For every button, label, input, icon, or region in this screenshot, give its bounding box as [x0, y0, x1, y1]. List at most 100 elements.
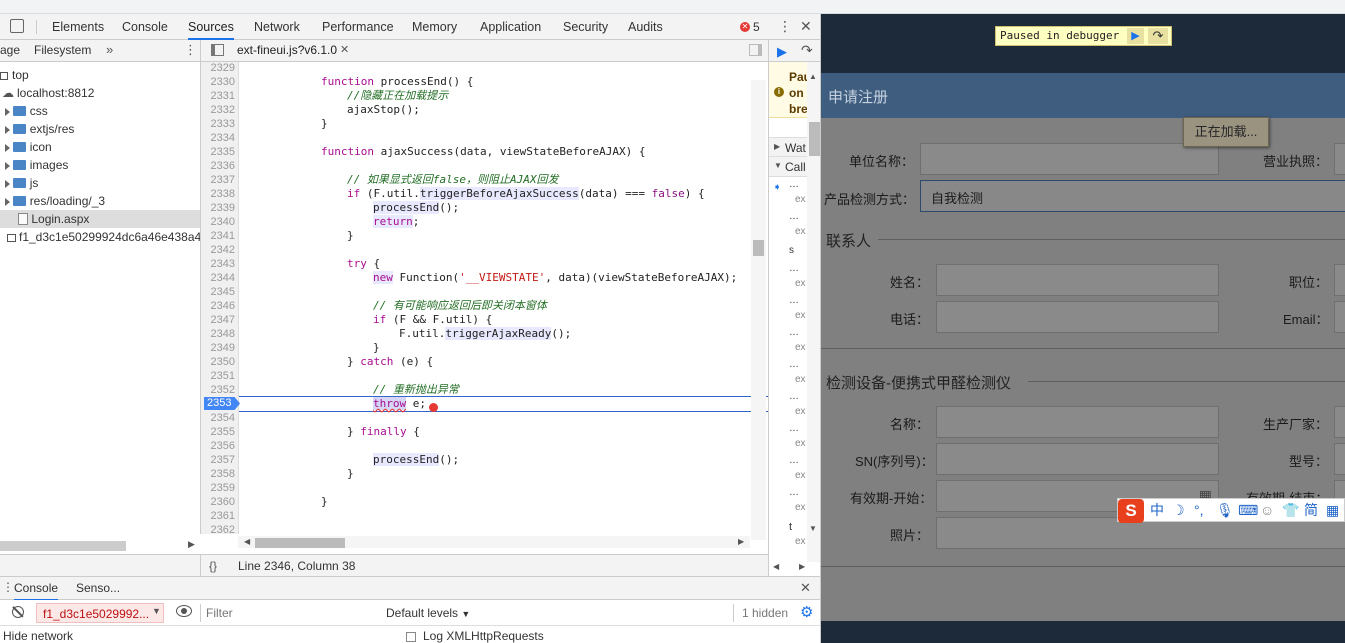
step-over-icon[interactable]: ↷ — [801, 42, 813, 59]
keyboard-icon[interactable]: ⌨ — [1238, 502, 1258, 518]
line-number[interactable]: 2333 — [201, 117, 235, 131]
error-count[interactable]: 5 — [753, 20, 760, 34]
tab-elements[interactable]: Elements — [52, 14, 104, 40]
callstack-frame[interactable]: … — [789, 359, 799, 370]
callstack-frame-source[interactable]: ex — [795, 536, 806, 547]
line-number[interactable]: 2329 — [201, 62, 235, 75]
line-number[interactable]: 2350 — [201, 355, 235, 369]
line-number[interactable]: 2340 — [201, 215, 235, 229]
tree-item-extjs[interactable]: extjs/res — [0, 120, 200, 138]
tree-item-icon[interactable]: icon — [0, 138, 200, 156]
user-icon[interactable]: ☺ — [1260, 502, 1274, 518]
business-license-field[interactable] — [1334, 143, 1345, 175]
callstack-frame[interactable]: … — [789, 327, 799, 338]
tree-item-localhost[interactable]: ☁ localhost:8812 — [0, 84, 200, 102]
navigator-menu-icon[interactable]: ⋮ — [184, 42, 197, 58]
line-number[interactable]: 2344 — [201, 271, 235, 285]
hide-network-option[interactable]: Hide network — [3, 629, 73, 643]
tab-memory[interactable]: Memory — [412, 14, 457, 40]
toggle-debugger-icon[interactable] — [749, 44, 762, 56]
scroll-right-icon[interactable]: ▶ — [188, 539, 195, 550]
step-over-icon[interactable]: ↷ — [1148, 28, 1168, 44]
callstack-frame[interactable]: … — [789, 391, 799, 402]
scroll-down-icon[interactable]: ▼ — [809, 524, 817, 533]
callstack-frame[interactable]: … — [789, 263, 799, 274]
line-number[interactable]: 2336 — [201, 159, 235, 173]
expand-icon[interactable] — [5, 197, 10, 206]
callstack-frame[interactable]: … — [789, 295, 799, 306]
tree-item-top[interactable]: top — [0, 66, 200, 84]
tab-performance[interactable]: Performance — [322, 14, 394, 40]
line-number[interactable]: 2339 — [201, 201, 235, 215]
debugger-vscroll-thumb[interactable] — [809, 122, 820, 156]
sogou-logo-icon[interactable]: S — [1118, 499, 1144, 523]
callstack-frame[interactable]: … — [789, 455, 799, 466]
ime-chinese-mode[interactable]: 中 — [1150, 502, 1164, 518]
line-number[interactable]: 2355 — [201, 425, 235, 439]
console-filter-input[interactable] — [206, 604, 376, 622]
log-levels-dropdown[interactable]: Default levels ▼ — [386, 606, 470, 620]
close-file-tab-icon[interactable]: ✕ — [340, 43, 349, 56]
scroll-right-icon[interactable]: ▶ — [799, 562, 805, 571]
toolbox-grid-icon[interactable]: ▦ — [1326, 502, 1339, 518]
line-number[interactable]: 2358 — [201, 467, 235, 481]
close-devtools-icon[interactable]: ✕ — [800, 18, 812, 35]
ime-simplified[interactable]: 简 — [1304, 502, 1318, 518]
drawer-menu-icon[interactable]: ⋮ — [2, 580, 14, 594]
callstack-frame[interactable]: … — [789, 423, 799, 434]
breakpoint-line-marker[interactable]: 2353 — [204, 397, 240, 410]
callstack-frame[interactable]: … — [789, 179, 799, 190]
editor-vscroll-thumb[interactable] — [753, 240, 764, 256]
navigator-hscroll[interactable] — [0, 541, 126, 551]
callstack-frame[interactable]: t — [789, 521, 792, 533]
name-field[interactable] — [936, 264, 1219, 296]
line-number[interactable]: 2348 — [201, 327, 235, 341]
device-toolbar-icon[interactable] — [10, 19, 24, 33]
line-number[interactable]: 2334 — [201, 131, 235, 145]
punctuation-icon[interactable]: °, — [1194, 502, 1204, 518]
line-number[interactable]: 2341 — [201, 229, 235, 243]
tree-item-login-aspx[interactable]: Login.aspx — [0, 210, 200, 228]
line-number[interactable]: 2346 — [201, 299, 235, 313]
tab-network[interactable]: Network — [254, 14, 300, 40]
editor-file-tab[interactable]: ext-fineui.js?v6.1.0 — [237, 43, 337, 57]
callstack-frame-source[interactable]: ex — [795, 502, 806, 513]
scroll-left-icon[interactable]: ◀ — [244, 537, 250, 546]
error-marker-icon[interactable] — [429, 403, 438, 412]
line-number[interactable]: 2331 — [201, 89, 235, 103]
tab-security[interactable]: Security — [563, 14, 608, 40]
callstack-frame-source[interactable]: ex — [795, 374, 806, 385]
position-field[interactable] — [1334, 264, 1345, 296]
expand-icon[interactable] — [5, 125, 10, 134]
expand-icon[interactable] — [5, 107, 10, 116]
code-editor[interactable]: 2329 2330 2331 2332 2333 2334 2335 2336 … — [200, 62, 768, 534]
unit-name-field[interactable] — [920, 143, 1219, 175]
line-number[interactable]: 2335 — [201, 145, 235, 159]
line-number[interactable]: 2330 — [201, 75, 235, 89]
callstack-frame-source[interactable]: ex — [795, 310, 806, 321]
callstack-frame[interactable]: … — [789, 211, 799, 222]
callstack-frame[interactable]: s — [789, 245, 794, 256]
tree-item-res-loading[interactable]: res/loading/_3 — [0, 192, 200, 210]
resume-icon[interactable]: ▶ — [1127, 28, 1144, 44]
error-icon[interactable]: ✕ — [740, 22, 750, 32]
expand-icon[interactable] — [5, 179, 10, 188]
toggle-navigator-icon[interactable] — [211, 44, 224, 56]
more-options-icon[interactable]: ⋮ — [778, 18, 792, 35]
device-name-field[interactable] — [936, 406, 1219, 438]
callstack-frame[interactable]: … — [789, 487, 799, 498]
editor-hscroll-thumb[interactable] — [255, 538, 345, 548]
skin-shirt-icon[interactable]: 👕 — [1282, 502, 1299, 518]
model-field[interactable] — [1334, 443, 1345, 475]
line-number[interactable]: 2332 — [201, 103, 235, 117]
editor-vscrollbar[interactable] — [751, 80, 766, 540]
callstack-frame-source[interactable]: ex — [795, 278, 806, 289]
callstack-frame-source[interactable]: ex — [795, 342, 806, 353]
drawer-tab-sensors[interactable]: Senso... — [76, 581, 120, 595]
line-number[interactable]: 2359 — [201, 481, 235, 495]
tab-console[interactable]: Console — [122, 14, 168, 40]
tab-filesystem[interactable]: Filesystem — [34, 43, 91, 57]
tab-audits[interactable]: Audits — [628, 14, 663, 40]
scroll-left-icon[interactable]: ◀ — [773, 562, 779, 571]
callstack-frame-source[interactable]: ex — [795, 226, 806, 237]
